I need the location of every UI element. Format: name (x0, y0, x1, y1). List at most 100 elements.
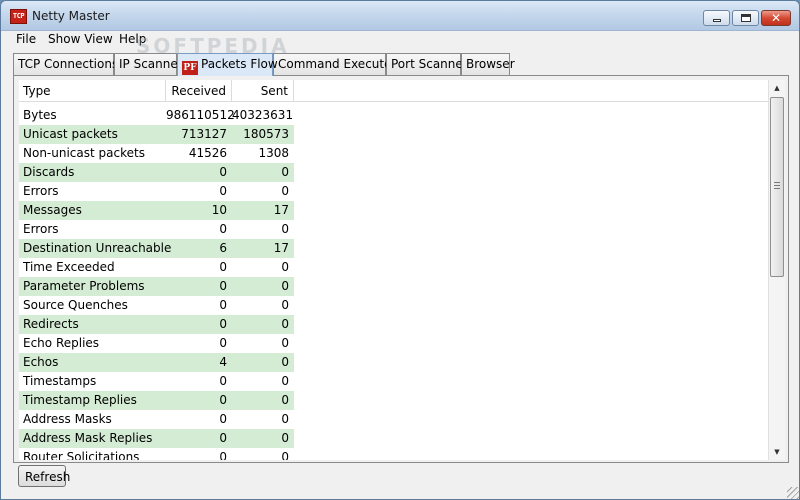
cell-received: 0 (219, 184, 227, 198)
table-row[interactable]: Address Mask Replies 0 0 (19, 429, 294, 448)
cell-sent: 0 (281, 450, 289, 460)
tab-label: Port Scanner (391, 57, 468, 71)
tab-panel: Type Received Sent Bytes 986110512 4032363… (13, 75, 789, 463)
tab-port-scanner[interactable]: Port Scanner (386, 53, 468, 75)
cell-type: Echo Replies (23, 336, 100, 350)
table-row[interactable]: Echos 4 0 (19, 353, 294, 372)
cell-type: Bytes (23, 108, 57, 122)
menu-show-view[interactable]: Show View (48, 32, 113, 46)
cell-received: 4 (219, 355, 227, 369)
cell-type: Address Masks (23, 412, 112, 426)
cell-sent: 0 (281, 412, 289, 426)
cell-type: Errors (23, 222, 59, 236)
cell-sent: 0 (281, 374, 289, 388)
table-row[interactable]: Timestamps 0 0 (19, 372, 294, 391)
cell-received: 0 (219, 165, 227, 179)
cell-type: Errors (23, 184, 59, 198)
table-row[interactable]: Errors 0 0 (19, 220, 294, 239)
column-header-received[interactable]: Received (166, 80, 232, 102)
cell-sent: 1308 (258, 146, 289, 160)
cell-sent: 0 (281, 279, 289, 293)
table-row[interactable]: Redirects 0 0 (19, 315, 294, 334)
table-row[interactable]: Parameter Problems 0 0 (19, 277, 294, 296)
scroll-down-icon[interactable]: ▼ (769, 444, 785, 460)
table-row[interactable]: Non-unicast packets 41526 1308 (19, 144, 294, 163)
cell-received: 0 (219, 450, 227, 460)
cell-sent: 17 (273, 241, 289, 255)
tab-ip-scanner[interactable]: IP Scanner (114, 53, 183, 75)
app-window: TCP Netty Master ✕ File Show View Help S… (0, 0, 800, 500)
cell-type: Timestamps (23, 374, 97, 388)
cell-received: 0 (219, 431, 227, 445)
cell-sent: 0 (281, 317, 289, 331)
cell-type: Router Solicitations (23, 450, 140, 460)
refresh-button[interactable]: Refresh (18, 465, 70, 487)
cell-received: 0 (219, 298, 227, 312)
tab-browser[interactable]: Browser (461, 53, 515, 75)
cell-sent: 0 (281, 298, 289, 312)
cell-received: 0 (219, 374, 227, 388)
table-row[interactable]: Router Solicitations 0 0 (19, 448, 294, 460)
menu-help[interactable]: Help (119, 32, 146, 46)
cell-type: Messages (23, 203, 82, 217)
cell-received: 0 (219, 336, 227, 350)
table-row[interactable]: Discards 0 0 (19, 163, 294, 182)
tab-tcp-connections[interactable]: TCP Connections (13, 53, 118, 75)
cell-sent: 40323631 (232, 108, 294, 122)
cell-sent: 17 (273, 203, 289, 217)
cell-sent: 0 (281, 431, 289, 445)
maximize-icon (741, 14, 751, 22)
cell-sent: 0 (281, 184, 289, 198)
table-row[interactable]: Address Masks 0 0 (19, 410, 294, 429)
packets-table[interactable]: Type Received Sent Bytes 986110512 4032363… (19, 80, 769, 460)
table-header: Type Received Sent (19, 80, 769, 102)
cell-type: Parameter Problems (23, 279, 145, 293)
cell-received: 0 (219, 260, 227, 274)
cell-received: 6 (219, 241, 227, 255)
title-bar[interactable]: TCP Netty Master ✕ (1, 1, 799, 31)
menu-file[interactable]: File (16, 32, 36, 46)
scroll-up-icon[interactable]: ▲ (769, 80, 785, 96)
close-button[interactable]: ✕ (761, 10, 791, 26)
cell-type: Source Quenches (23, 298, 128, 312)
close-icon: ✕ (770, 11, 782, 25)
cell-type: Destination Unreachable (23, 241, 172, 255)
vertical-scrollbar[interactable]: ▲ ▼ (768, 80, 785, 460)
cell-received: 10 (211, 203, 227, 217)
maximize-button[interactable] (732, 10, 759, 26)
resize-grip-icon[interactable] (787, 487, 799, 499)
column-header-sent[interactable]: Sent (232, 80, 294, 102)
cell-sent: 0 (281, 336, 289, 350)
cell-received: 0 (219, 393, 227, 407)
cell-sent: 180573 (243, 127, 289, 141)
cell-type: Redirects (23, 317, 79, 331)
table-row[interactable]: Unicast packets 713127 180573 (19, 125, 294, 144)
table-row[interactable]: Timestamp Replies 0 0 (19, 391, 294, 410)
cell-sent: 0 (281, 222, 289, 236)
cell-received: 0 (219, 412, 227, 426)
cell-received: 0 (219, 222, 227, 236)
tab-label: IP Scanner (119, 57, 183, 71)
column-header-type[interactable]: Type (19, 80, 166, 102)
cell-received: 0 (219, 317, 227, 331)
table-row[interactable]: Bytes 986110512 40323631 (19, 106, 294, 125)
tab-label: TCP Connections (18, 57, 119, 71)
cell-type: Time Exceeded (23, 260, 115, 274)
cell-type: Discards (23, 165, 75, 179)
cell-sent: 0 (281, 355, 289, 369)
table-row[interactable]: Echo Replies 0 0 (19, 334, 294, 353)
table-row[interactable]: Source Quenches 0 0 (19, 296, 294, 315)
tcp-icon: TCP (10, 9, 27, 24)
table-row[interactable]: Errors 0 0 (19, 182, 294, 201)
minimize-button[interactable] (703, 10, 730, 26)
tab-label: Browser (466, 57, 515, 71)
window-title: Netty Master (32, 9, 110, 23)
table-row[interactable]: Time Exceeded 0 0 (19, 258, 294, 277)
tab-command-executor[interactable]: Command Executor (273, 53, 396, 75)
cell-type: Unicast packets (23, 127, 118, 141)
tab-packets-flow[interactable]: PF Packets Flow (177, 53, 278, 76)
table-row[interactable]: Destination Unreachable 6 17 (19, 239, 294, 258)
scroll-thumb[interactable] (770, 97, 784, 277)
tab-label: Command Executor (278, 57, 397, 71)
table-row[interactable]: Messages 10 17 (19, 201, 294, 220)
